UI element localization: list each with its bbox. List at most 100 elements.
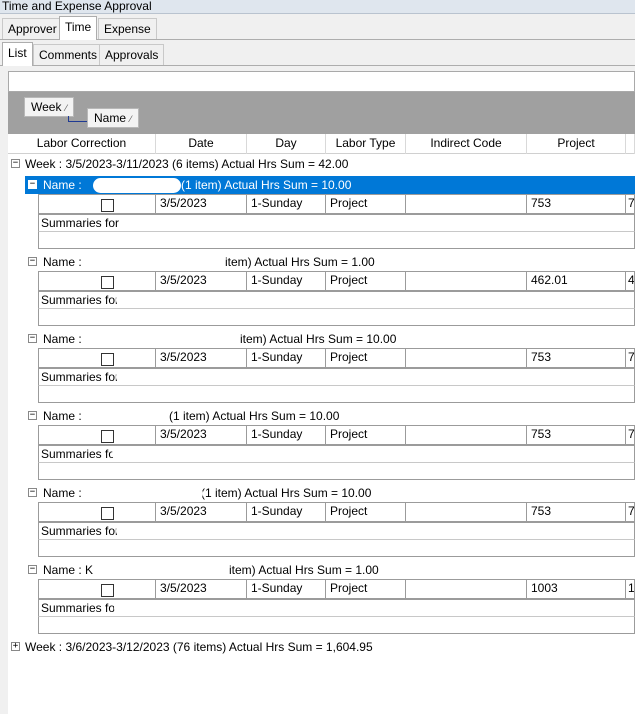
labor-type-cell[interactable]: Project [326, 579, 406, 599]
next-column-cell[interactable]: 7 [626, 502, 635, 522]
column-header-next[interactable] [626, 134, 635, 154]
labor-correction-checkbox[interactable] [101, 507, 114, 520]
indirect-code-cell[interactable] [406, 425, 527, 445]
employee-group-row[interactable]: − Name : item) Actual Hrs Sum = 10.00 [25, 330, 635, 348]
employee-name-prefix: Name : K [43, 563, 94, 577]
next-column-cell[interactable]: 7 [626, 348, 635, 368]
labor-correction-cell[interactable] [38, 425, 156, 445]
group-chip-name-label: Name [94, 111, 127, 125]
expand-icon[interactable]: + [11, 642, 20, 651]
table-row[interactable]: 3/5/2023 1-Sunday Project 753 7 [8, 348, 635, 368]
employee-group-summary: item) Actual Hrs Sum = 1.00 [225, 255, 375, 269]
indirect-code-cell[interactable] [406, 502, 527, 522]
indirect-code-cell[interactable] [406, 579, 527, 599]
tab-time[interactable]: Time [59, 16, 98, 40]
group-summary-values [38, 385, 635, 403]
column-header-indirect-code[interactable]: Indirect Code [406, 134, 527, 154]
indirect-code-cell[interactable] [406, 271, 527, 291]
date-cell[interactable]: 3/5/2023 [156, 271, 247, 291]
project-cell[interactable]: 753 [527, 425, 626, 445]
indirect-code-cell[interactable] [406, 194, 527, 214]
week-group-row[interactable]: − Week : 3/5/2023-3/11/2023 (6 items) Ac… [8, 155, 635, 173]
labor-type-cell[interactable]: Project [326, 271, 406, 291]
project-cell[interactable]: 1003 [527, 579, 626, 599]
labor-correction-cell[interactable] [38, 579, 156, 599]
labor-correction-checkbox[interactable] [101, 276, 114, 289]
group-chip-week[interactable]: Week ⁄ [24, 97, 74, 117]
table-row[interactable]: 3/5/2023 1-Sunday Project 753 7 [8, 425, 635, 445]
next-column-cell[interactable]: 1 [626, 579, 635, 599]
employee-group-row[interactable]: − Name : (1 item) Actual Hrs Sum = 10.00 [25, 484, 635, 502]
day-cell[interactable]: 1-Sunday [247, 425, 326, 445]
date-cell[interactable]: 3/5/2023 [156, 502, 247, 522]
labor-correction-checkbox[interactable] [101, 353, 114, 366]
column-header-date[interactable]: Date [156, 134, 247, 154]
group-chip-name[interactable]: Name ⁄ [87, 108, 139, 128]
day-cell[interactable]: 1-Sunday [247, 579, 326, 599]
labor-type-cell[interactable]: Project [326, 194, 406, 214]
project-cell[interactable]: 462.01 [527, 271, 626, 291]
date-cell[interactable]: 3/5/2023 [156, 194, 247, 214]
next-column-cell[interactable]: 4 [626, 271, 635, 291]
column-header-day[interactable]: Day [247, 134, 326, 154]
table-row[interactable]: 3/5/2023 1-Sunday Project 462.01 4 [8, 271, 635, 291]
labor-type-cell[interactable]: Project [326, 425, 406, 445]
labor-correction-cell[interactable] [38, 502, 156, 522]
project-cell[interactable]: 753 [527, 194, 626, 214]
employee-group-row[interactable]: − Name : item) Actual Hrs Sum = 1.00 [25, 253, 635, 271]
labor-correction-checkbox[interactable] [101, 430, 114, 443]
table-row[interactable]: 3/5/2023 1-Sunday Project 1003 1 [8, 579, 635, 599]
next-column-cell[interactable]: 7 [626, 425, 635, 445]
collapse-icon[interactable]: − [28, 488, 37, 497]
collapse-icon[interactable]: − [11, 159, 20, 168]
tab-list[interactable]: List [2, 42, 33, 66]
column-header-project[interactable]: Project [527, 134, 626, 154]
group-summary-values [38, 231, 635, 249]
day-cell[interactable]: 1-Sunday [247, 194, 326, 214]
redacted-name [105, 563, 225, 578]
sort-indicator-icon: ⁄ [130, 114, 132, 124]
employee-group-summary: (1 item) Actual Hrs Sum = 10.00 [169, 409, 340, 423]
table-row[interactable]: 3/5/2023 1-Sunday Project 753 7 [8, 502, 635, 522]
filter-row[interactable] [8, 71, 635, 92]
next-column-cell[interactable]: 7 [626, 194, 635, 214]
tab-approver[interactable]: Approver [2, 18, 63, 39]
labor-correction-cell[interactable] [38, 271, 156, 291]
sub-tab-strip: List Comments Approvals [0, 42, 635, 66]
collapse-icon[interactable]: − [28, 565, 37, 574]
column-header-labor-type[interactable]: Labor Type [326, 134, 406, 154]
collapse-icon[interactable]: − [28, 411, 37, 420]
employee-group-row[interactable]: − Name : K item) Actual Hrs Sum = 1.00 [25, 561, 635, 579]
tab-expense[interactable]: Expense [98, 18, 157, 39]
date-cell[interactable]: 3/5/2023 [156, 425, 247, 445]
tab-approvals[interactable]: Approvals [99, 44, 165, 65]
table-row[interactable]: 3/5/2023 1-Sunday Project 753 7 [8, 194, 635, 214]
column-header-labor-correction[interactable]: Labor Correction [8, 134, 156, 154]
collapse-icon[interactable]: − [28, 180, 37, 189]
labor-type-cell[interactable]: Project [326, 502, 406, 522]
redacted-name [112, 447, 210, 461]
employee-group-row[interactable]: − Name : (1 item) Actual Hrs Sum = 10.00 [25, 407, 635, 425]
day-cell[interactable]: 1-Sunday [247, 271, 326, 291]
labor-correction-cell[interactable] [38, 194, 156, 214]
day-cell[interactable]: 1-Sunday [247, 348, 326, 368]
week-group-row[interactable]: + Week : 3/6/2023-3/12/2023 (76 items) A… [8, 638, 635, 656]
employee-name-prefix: Name : [43, 178, 82, 192]
day-cell[interactable]: 1-Sunday [247, 502, 326, 522]
labor-correction-checkbox[interactable] [101, 584, 114, 597]
date-cell[interactable]: 3/5/2023 [156, 348, 247, 368]
group-summary-values [38, 308, 635, 326]
labor-correction-checkbox[interactable] [101, 199, 114, 212]
project-cell[interactable]: 753 [527, 502, 626, 522]
group-summary-box: Summaries for [38, 214, 635, 250]
date-cell[interactable]: 3/5/2023 [156, 579, 247, 599]
labor-correction-cell[interactable] [38, 348, 156, 368]
tab-comments[interactable]: Comments [33, 44, 104, 65]
project-cell[interactable]: 753 [527, 348, 626, 368]
indirect-code-cell[interactable] [406, 348, 527, 368]
collapse-icon[interactable]: − [28, 334, 37, 343]
group-summary-values [38, 616, 635, 634]
labor-type-cell[interactable]: Project [326, 348, 406, 368]
employee-group-row[interactable]: − Name : (1 item) Actual Hrs Sum = 10.00 [25, 176, 635, 194]
collapse-icon[interactable]: − [28, 257, 37, 266]
